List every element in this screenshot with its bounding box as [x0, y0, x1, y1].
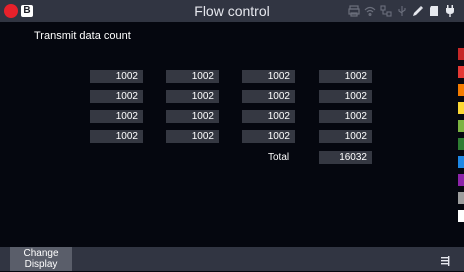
count-cell: 1002 — [166, 90, 219, 103]
pen-icon — [412, 4, 424, 18]
total-value: 16032 — [319, 151, 372, 164]
title-bar: B Flow control — [0, 0, 464, 22]
status-icons — [348, 4, 456, 18]
channel-color-swatch — [458, 174, 464, 186]
channel-color-swatch — [458, 156, 464, 168]
count-cell: 1002 — [319, 90, 372, 103]
change-display-label: Change Display — [23, 248, 59, 270]
count-cell: 1002 — [166, 110, 219, 123]
channel-color-swatch — [458, 210, 464, 222]
channel-color-swatch — [458, 138, 464, 150]
channel-color-swatch — [458, 120, 464, 132]
usb-icon — [396, 4, 408, 18]
sd-card-icon — [428, 4, 440, 18]
count-cell: 1002 — [166, 130, 219, 143]
count-cell: 1002 — [242, 110, 295, 123]
channel-color-swatch — [458, 192, 464, 204]
channel-color-swatch — [458, 48, 464, 60]
power-plug-icon — [444, 4, 456, 18]
count-cell: 1002 — [90, 110, 143, 123]
count-cell: 1002 — [242, 90, 295, 103]
change-display-button[interactable]: Change Display — [10, 247, 72, 271]
count-cell: 1002 — [319, 130, 372, 143]
network-icon — [380, 4, 392, 18]
section-title: Transmit data count — [34, 30, 131, 42]
wifi-icon — [364, 4, 376, 18]
count-cell: 1002 — [319, 70, 372, 83]
bottom-bar: Change Display — [0, 247, 464, 271]
count-cell: 1002 — [242, 130, 295, 143]
count-cell: 1002 — [319, 110, 372, 123]
channel-color-swatch — [458, 66, 464, 78]
count-cell: 1002 — [90, 90, 143, 103]
menu-icon[interactable] — [440, 254, 450, 266]
printer-icon — [348, 4, 360, 18]
total-label: Total — [268, 152, 290, 163]
channel-color-swatch — [458, 102, 464, 114]
channel-color-swatch — [458, 84, 464, 96]
count-cell: 1002 — [90, 70, 143, 83]
count-cell: 1002 — [166, 70, 219, 83]
count-cell: 1002 — [242, 70, 295, 83]
channel-color-strip — [458, 48, 464, 228]
count-cell: 1002 — [90, 130, 143, 143]
